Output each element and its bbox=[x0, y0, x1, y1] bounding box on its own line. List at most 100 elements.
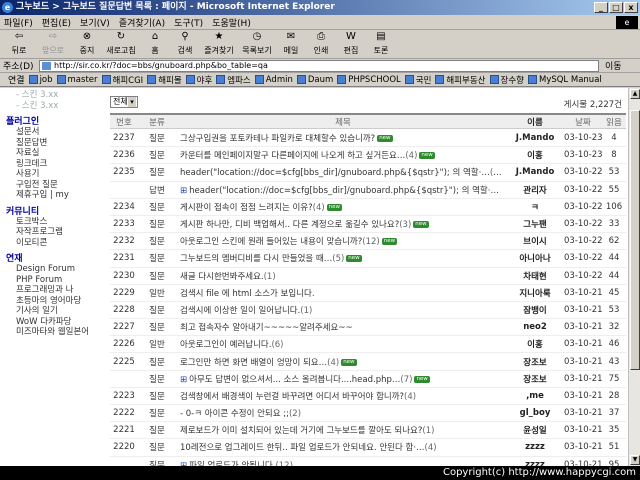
row-author[interactable]: J.Mando bbox=[506, 133, 564, 143]
menu-item[interactable]: 즐겨찾기(A) bbox=[119, 16, 165, 29]
row-subject-link[interactable]: 검색시에 이상한 일이 일어납니다. bbox=[180, 306, 300, 316]
links-item[interactable]: 야후 bbox=[185, 74, 212, 86]
close-button[interactable]: x bbox=[624, 2, 638, 13]
row-author[interactable]: 이홍 bbox=[506, 149, 564, 161]
scroll-down-arrow-icon[interactable]: ▼ bbox=[630, 455, 640, 465]
row-subject-link[interactable]: 그누보드의 멤버디비를 다시 만들었을 때… bbox=[180, 254, 332, 264]
row-author[interactable]: neo2 bbox=[506, 322, 564, 332]
minimize-button[interactable]: _ bbox=[594, 2, 608, 13]
row-author[interactable]: 그누팬 bbox=[506, 218, 564, 230]
row-subject-link[interactable]: 검색창에서 배경색이 누런걸 바꾸려면 어디서 바꾸어야 합니까? bbox=[180, 392, 404, 402]
scrollbar-thumb[interactable] bbox=[630, 110, 640, 370]
row-subject-link[interactable]: 제로보드가 이미 설치되어 있는데 거기에 그누보드를 깔아도 되나요? bbox=[180, 426, 422, 436]
row-subject-cell[interactable]: 검색창에서 배경색이 누런걸 바꾸려면 어디서 바꾸어야 합니까?(4) bbox=[176, 390, 506, 402]
menu-item[interactable]: 편집(E) bbox=[42, 16, 71, 29]
row-subject-link[interactable]: 카운터를 메인페이지말구 다른페이지에 나오게 하고 싶거든요… bbox=[180, 151, 405, 161]
links-item[interactable]: Admin bbox=[254, 75, 293, 85]
row-author[interactable]: 브이시 bbox=[506, 235, 564, 247]
row-subject-cell[interactable]: header("location://doc=$cfg[bbs_dir]/gnu… bbox=[176, 166, 506, 178]
links-item[interactable]: master bbox=[56, 75, 98, 85]
row-subject-cell[interactable]: ⊞ 아무도 답변이 없으셔서... 소스 올려봅니다....head.php…(7… bbox=[176, 373, 506, 385]
sidebar-item[interactable]: 자료실 bbox=[6, 148, 108, 159]
row-subject-cell[interactable]: 새글 다시한번봐주세요.(1) bbox=[176, 270, 506, 282]
row-subject-cell[interactable]: ⊞ header("location://doc=$cfg[bbs_dir]/gn… bbox=[176, 184, 506, 196]
links-item[interactable]: Daum bbox=[296, 75, 333, 85]
row-subject-cell[interactable]: 게시판이 접속이 점점 느려지는 이유?(4) new bbox=[176, 201, 506, 213]
sidebar-item[interactable]: 사용기 bbox=[6, 169, 108, 180]
sidebar-item[interactable]: - 스킨 3.xx bbox=[6, 90, 108, 101]
row-subject-link[interactable]: 로그인만 하면 화면 배열이 엉망이 되요… bbox=[180, 358, 327, 368]
links-item[interactable]: 국민 bbox=[404, 74, 431, 86]
row-author[interactable]: 윤성일 bbox=[506, 424, 564, 436]
row-subject-cell[interactable]: ⊞ 파일 업로드가 안됩니다.(12) bbox=[176, 459, 506, 466]
links-item[interactable]: 엠파스 bbox=[216, 74, 251, 86]
toolbar-discuss-button[interactable]: ▤ 토론 bbox=[366, 31, 396, 58]
row-subject-cell[interactable]: 게시판 하나만, 디비 백업해서.. 다른 계정으로 옮길수 있나요?(3) ne… bbox=[176, 218, 506, 230]
row-author[interactable]: 장조보 bbox=[506, 356, 564, 368]
links-item[interactable]: 해피몰 bbox=[147, 74, 182, 86]
row-subject-link[interactable]: 게시판이 접속이 점점 느려지는 이유? bbox=[180, 203, 313, 213]
row-subject-cell[interactable]: 최고 접속자수 알아내기~~~~~알려주세요~~ bbox=[176, 321, 506, 333]
row-author[interactable]: 지니아룩 bbox=[506, 287, 564, 299]
row-subject-cell[interactable]: 그상구입권을 포토카테나 파일카로 대체할수 있습니까? new bbox=[176, 132, 506, 144]
sidebar-item[interactable]: 미즈마타와 웹일본어 bbox=[6, 327, 108, 338]
toolbar-home-button[interactable]: ⌂ 홈 bbox=[140, 31, 170, 58]
row-subject-cell[interactable]: 로그인만 하면 화면 배열이 엉망이 되요…(4) new bbox=[176, 356, 506, 368]
toolbar-mail-button[interactable]: ✉ 메일 bbox=[276, 31, 306, 58]
row-subject-cell[interactable]: 아웃로그인 스킨에 원래 들어있는 내용이 맞습니까?(12) new bbox=[176, 235, 506, 247]
menu-item[interactable]: 도움말(H) bbox=[212, 16, 251, 29]
row-subject-cell[interactable]: 검색시에 이상한 일이 일어납니다.(1) bbox=[176, 304, 506, 316]
row-subject-link[interactable]: 10레전으로 업그레이드 한뒤.. 파일 업로드가 안되네요. 안된다 합·… bbox=[180, 443, 425, 453]
menu-item[interactable]: 도구(T) bbox=[174, 16, 203, 29]
row-subject-link[interactable]: 아웃로그인이 예러납니다. bbox=[180, 340, 271, 350]
toolbar-refresh-button[interactable]: ↻ 새로고침 bbox=[102, 31, 140, 58]
go-button[interactable]: 이동 bbox=[605, 59, 622, 72]
sidebar-item[interactable]: 설문서 bbox=[6, 127, 108, 138]
row-subject-link[interactable]: header("location://doc=$cfg[bbs_dir]/gnu… bbox=[189, 186, 499, 196]
links-item[interactable]: 해피부동산 bbox=[435, 74, 486, 86]
row-subject-link[interactable]: 그상구입권을 포토카테나 파일카로 대체할수 있습니까? bbox=[180, 134, 375, 144]
sidebar-item[interactable]: 초등마의 영어마당 bbox=[6, 296, 108, 307]
sidebar-item[interactable]: PHP Forum bbox=[6, 275, 108, 286]
row-author[interactable]: 잠뱅이 bbox=[506, 304, 564, 316]
row-subject-link[interactable]: 검색시 file 에 html 소스가 보입니다. bbox=[180, 289, 315, 299]
sidebar-item[interactable]: 토크박스 bbox=[6, 217, 108, 228]
row-subject-link[interactable]: - 0-ㅋ 아이콘 수정이 안되요 ;; bbox=[180, 409, 289, 419]
row-author[interactable]: zzzz bbox=[506, 442, 564, 452]
row-subject-cell[interactable]: 제로보드가 이미 설치되어 있는데 거기에 그누보드를 깔아도 되나요?(1) bbox=[176, 424, 506, 436]
sidebar-item[interactable]: 구입전 질문 bbox=[6, 180, 108, 191]
toolbar-favorites-button[interactable]: ★ 즐겨찾기 bbox=[200, 31, 238, 58]
row-subject-cell[interactable]: 검색시 file 에 html 소스가 보입니다. bbox=[176, 287, 506, 299]
toolbar-history-button[interactable]: ◷ 목록보기 bbox=[238, 31, 276, 58]
row-author[interactable]: 이홍 bbox=[506, 338, 564, 350]
row-subject-cell[interactable]: 그누보드의 멤버디비를 다시 만들었을 때…(5) new bbox=[176, 252, 506, 264]
row-subject-link[interactable]: 새글 다시한번봐주세요. bbox=[180, 272, 264, 282]
links-item[interactable]: 해피CGI bbox=[101, 74, 143, 86]
sidebar-item[interactable]: - 스킨 3.xx bbox=[6, 101, 108, 112]
sidebar-item[interactable]: 자작프로그램 bbox=[6, 227, 108, 238]
row-author[interactable]: 관리자 bbox=[506, 184, 564, 196]
toolbar-search-button[interactable]: ⚲ 검색 bbox=[170, 31, 200, 58]
row-subject-cell[interactable]: 카운터를 메인페이지말구 다른페이지에 나오게 하고 싶거든요…(4) new bbox=[176, 149, 506, 161]
sidebar-item[interactable]: 질문답변 bbox=[6, 138, 108, 149]
toolbar-edit-button[interactable]: W 편집 bbox=[336, 31, 366, 58]
row-author[interactable]: J.Mando bbox=[506, 167, 564, 177]
category-select[interactable]: 전체 bbox=[110, 96, 138, 108]
menu-item[interactable]: 보기(V) bbox=[80, 16, 110, 29]
sidebar-item[interactable]: 링크데크 bbox=[6, 159, 108, 170]
row-subject-link[interactable]: 아웃로그인 스킨에 원래 들어있는 내용이 맞습니까? bbox=[180, 237, 362, 247]
sidebar-item[interactable]: Design Forum bbox=[6, 264, 108, 275]
row-author[interactable]: ㅋ bbox=[506, 201, 564, 213]
toolbar-back-arrow-button[interactable]: ⇦ 뒤로 bbox=[4, 31, 34, 58]
row-subject-cell[interactable]: 아웃로그인이 예러납니다.(6) bbox=[176, 338, 506, 350]
menu-item[interactable]: 파일(F) bbox=[4, 16, 33, 29]
row-subject-link[interactable]: 최고 접속자수 알아내기~~~~~알려주세요~~ bbox=[180, 323, 353, 333]
row-author[interactable]: gl_boy bbox=[506, 408, 564, 418]
row-subject-link[interactable]: header("location://doc=$cfg[bbs_dir]/gnu… bbox=[180, 168, 490, 178]
scroll-up-arrow-icon[interactable]: ▲ bbox=[630, 89, 640, 99]
row-subject-link[interactable]: 게시판 하나만, 디비 백업해서.. 다른 계정으로 옮길수 있나요? bbox=[180, 220, 399, 230]
row-subject-link[interactable]: 아무도 답변이 없으셔서... 소스 올려봅니다....head.php… bbox=[189, 375, 400, 385]
sidebar-item[interactable]: WoW 다카파당 bbox=[6, 317, 108, 328]
sidebar-item[interactable]: 프로그래밍과 나 bbox=[6, 285, 108, 296]
address-input[interactable]: http://sir.co.kr/?doc=bbs/gnuboard.php&b… bbox=[39, 59, 599, 72]
